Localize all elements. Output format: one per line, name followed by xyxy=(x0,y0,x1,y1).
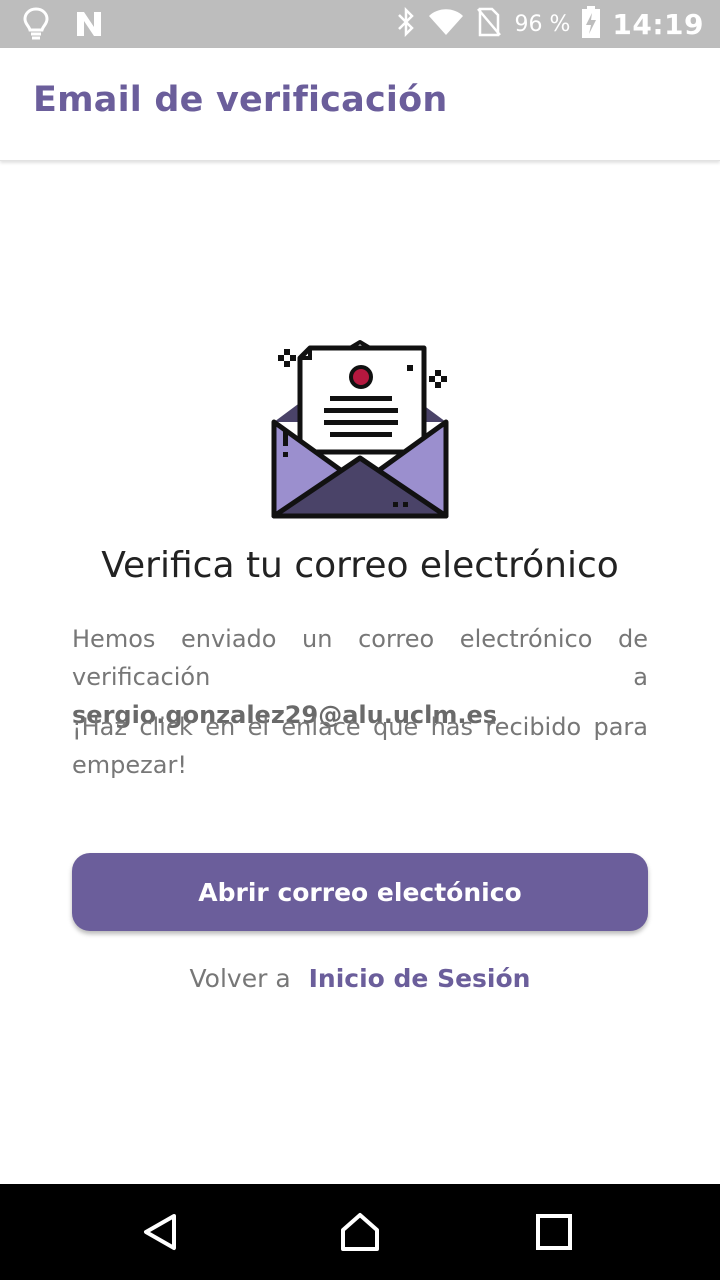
bluetooth-icon xyxy=(396,6,416,41)
status-left-icons xyxy=(22,7,104,45)
page-title: Email de verificación xyxy=(33,80,448,120)
back-to-login-row: Volver a Inicio de Sesión xyxy=(0,964,720,993)
battery-charging-icon xyxy=(582,6,601,42)
status-right-icons: 96 % 14:19 xyxy=(396,0,704,48)
app-bar: Email de verificación xyxy=(0,48,720,161)
lightbulb-icon xyxy=(22,7,50,45)
open-envelope-letter-icon xyxy=(266,338,454,524)
n-logo-icon xyxy=(74,9,104,43)
login-link[interactable]: Inicio de Sesión xyxy=(309,964,531,993)
navigation-bar xyxy=(0,1184,720,1280)
open-mail-button[interactable]: Abrir correo electónico xyxy=(72,853,648,931)
open-mail-button-label: Abrir correo electónico xyxy=(198,877,522,907)
recents-square-icon[interactable] xyxy=(534,1212,574,1252)
home-icon[interactable] xyxy=(340,1212,380,1252)
status-bar: 96 % 14:19 xyxy=(0,0,720,48)
back-triangle-icon[interactable] xyxy=(140,1212,180,1252)
verification-message-text: Hemos enviado un correo electrónico de v… xyxy=(72,625,648,691)
wifi-icon xyxy=(428,8,464,40)
clock: 14:19 xyxy=(612,7,704,41)
back-prefix-text: Volver a xyxy=(189,964,291,993)
verify-heading: Verifica tu correo electrónico xyxy=(101,545,619,586)
instruction-message: ¡Haz click en el enlace que has recibido… xyxy=(72,713,648,779)
battery-percent: 96 % xyxy=(514,11,571,37)
no-sim-icon xyxy=(476,7,502,41)
